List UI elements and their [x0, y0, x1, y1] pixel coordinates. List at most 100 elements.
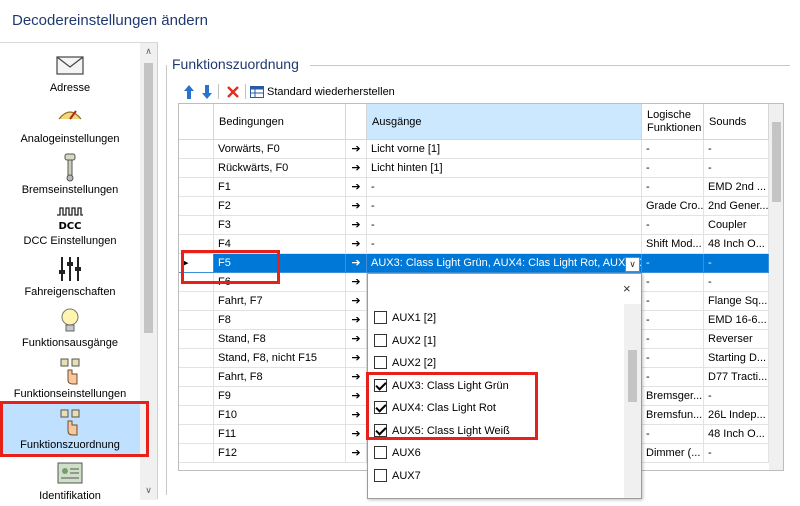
cell-sound[interactable]: Starting D... [704, 349, 769, 368]
cell-bedingung[interactable]: Stand, F8, nicht F15 [214, 349, 346, 368]
cell-logische-funktion[interactable]: - [642, 330, 704, 349]
cell-logische-funktion[interactable]: - [642, 349, 704, 368]
row-indicator[interactable] [179, 349, 214, 368]
cell-sound[interactable]: 2nd Gener... [704, 197, 769, 216]
row-indicator[interactable] [179, 425, 214, 444]
cell-bedingung[interactable]: Stand, F8 [214, 330, 346, 349]
table-row[interactable]: Vorwärts, F0 ➔ Licht vorne [1] - - [179, 140, 769, 159]
table-row[interactable]: F1 ➔ - - EMD 2nd ... [179, 178, 769, 197]
row-indicator[interactable] [179, 330, 214, 349]
cell-logische-funktion[interactable]: - [642, 425, 704, 444]
cell-bedingung[interactable]: Vorwärts, F0 [214, 140, 346, 159]
cell-logische-funktion[interactable]: Dimmer (... [642, 444, 704, 463]
column-header-ausgaenge[interactable]: Ausgänge [367, 104, 642, 140]
cell-bedingung[interactable]: Fahrt, F7 [214, 292, 346, 311]
cell-logische-funktion[interactable]: - [642, 159, 704, 178]
cell-ausgaenge[interactable]: Licht vorne [1] [367, 140, 642, 159]
dropdown-option[interactable]: AUX6 [374, 444, 614, 464]
cell-logische-funktion[interactable]: - [642, 178, 704, 197]
row-indicator[interactable] [179, 197, 214, 216]
cell-bedingung[interactable]: F9 [214, 387, 346, 406]
restore-defaults-button[interactable]: Standard wiederherstellen [250, 84, 450, 100]
table-row[interactable]: F3 ➔ - - Coupler [179, 216, 769, 235]
cell-sound[interactable]: 48 Inch O... [704, 425, 769, 444]
cell-bedingung[interactable]: Fahrt, F8 [214, 368, 346, 387]
ausgaenge-dropdown-button[interactable]: ∨ [625, 257, 640, 272]
cell-logische-funktion[interactable]: - [642, 254, 704, 273]
grid-scrollbar-thumb[interactable] [772, 122, 781, 202]
cell-ausgaenge[interactable]: - [367, 197, 642, 216]
row-indicator[interactable] [179, 311, 214, 330]
cell-bedingung[interactable]: F8 [214, 311, 346, 330]
cell-sound[interactable]: - [704, 159, 769, 178]
sidebar-item-identifikation[interactable]: Identifikation [0, 455, 140, 506]
cell-bedingung[interactable]: F2 [214, 197, 346, 216]
cell-logische-funktion[interactable]: - [642, 140, 704, 159]
dropdown-option[interactable]: AUX2 [2] [374, 354, 614, 374]
column-header-logische-funktionen[interactable]: Logische Funktionen [642, 104, 704, 140]
row-indicator[interactable] [179, 292, 214, 311]
cell-sound[interactable]: 26L Indep... [704, 406, 769, 425]
cell-ausgaenge[interactable]: Licht hinten [1] [367, 159, 642, 178]
cell-sound[interactable]: Coupler [704, 216, 769, 235]
table-row[interactable]: Rückwärts, F0 ➔ Licht hinten [1] - - [179, 159, 769, 178]
option-checkbox[interactable] [374, 446, 387, 459]
cell-bedingung[interactable]: F3 [214, 216, 346, 235]
cell-bedingung[interactable]: F11 [214, 425, 346, 444]
cell-sound[interactable]: EMD 16-6... [704, 311, 769, 330]
cell-logische-funktion[interactable]: - [642, 273, 704, 292]
dropdown-option[interactable]: AUX7 [374, 467, 614, 487]
row-indicator[interactable] [179, 406, 214, 425]
cell-sound[interactable]: - [704, 140, 769, 159]
cell-sound[interactable]: EMD 2nd ... [704, 178, 769, 197]
column-header-bedingungen[interactable]: Bedingungen [214, 104, 346, 140]
cell-sound[interactable]: 48 Inch O... [704, 235, 769, 254]
sidebar-item-bremseinstellungen[interactable]: Bremseinstellungen [0, 149, 140, 200]
dropdown-option[interactable]: AUX1 [2] [374, 309, 614, 329]
option-checkbox[interactable] [374, 468, 387, 482]
arrow-down-icon[interactable] [201, 84, 213, 100]
cell-logische-funktion[interactable]: - [642, 311, 704, 330]
cell-logische-funktion[interactable]: Bremsfun... [642, 406, 704, 425]
column-header-sounds[interactable]: Sounds [704, 104, 769, 140]
cell-bedingung[interactable]: Rückwärts, F0 [214, 159, 346, 178]
delete-icon[interactable] [226, 84, 240, 100]
cell-sound[interactable]: D77 Tracti... [704, 368, 769, 387]
sidebar-item-fahreigenschaften[interactable]: Fahreigenschaften [0, 251, 140, 302]
cell-logische-funktion[interactable]: - [642, 216, 704, 235]
cell-bedingung[interactable]: F10 [214, 406, 346, 425]
cell-logische-funktion[interactable]: - [642, 292, 704, 311]
cell-logische-funktion[interactable]: Shift Mod... [642, 235, 704, 254]
row-indicator[interactable] [179, 387, 214, 406]
cell-bedingung[interactable]: F12 [214, 444, 346, 463]
cell-ausgaenge[interactable]: - [367, 178, 642, 197]
row-indicator[interactable] [179, 159, 214, 178]
cell-sound[interactable]: - [704, 387, 769, 406]
scroll-down-icon[interactable]: ∨ [140, 485, 157, 496]
row-indicator[interactable] [179, 368, 214, 387]
option-checkbox[interactable] [374, 356, 387, 369]
row-indicator[interactable] [179, 140, 214, 159]
cell-logische-funktion[interactable]: - [642, 368, 704, 387]
sidebar-item-dcc-einstellungen[interactable]: DCC DCC Einstellungen [0, 200, 140, 251]
sidebar-item-funktionseinstellungen[interactable]: Funktionseinstellungen [0, 353, 140, 404]
cell-sound[interactable]: - [704, 254, 769, 273]
cell-sound[interactable]: Flange Sq... [704, 292, 769, 311]
arrow-up-icon[interactable] [183, 84, 195, 100]
cell-sound[interactable]: - [704, 444, 769, 463]
option-checkbox[interactable] [374, 311, 387, 324]
cell-logische-funktion[interactable]: Bremsger... [642, 387, 704, 406]
dropdown-option[interactable]: AUX2 [1] [374, 332, 614, 352]
dropdown-scrollbar-thumb[interactable] [628, 350, 637, 402]
scroll-up-icon[interactable]: ∧ [140, 46, 157, 57]
sidebar-item-funktionsausgaenge[interactable]: Funktionsausgänge [0, 302, 140, 353]
row-indicator[interactable] [179, 444, 214, 463]
close-icon[interactable]: × [623, 281, 631, 296]
sidebar-item-adresse[interactable]: Adresse [0, 47, 140, 98]
cell-ausgaenge[interactable]: - [367, 235, 642, 254]
table-row[interactable]: F2 ➔ - Grade Cro... 2nd Gener... [179, 197, 769, 216]
sidebar-scrollbar-thumb[interactable] [144, 63, 153, 333]
option-checkbox[interactable] [374, 333, 387, 347]
cell-bedingung[interactable]: F1 [214, 178, 346, 197]
cell-sound[interactable]: - [704, 273, 769, 292]
